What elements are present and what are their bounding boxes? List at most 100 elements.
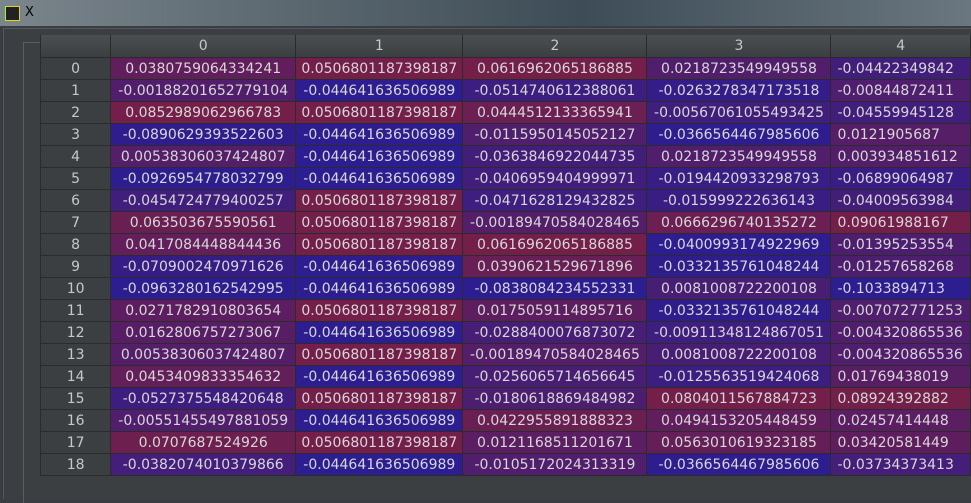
table-cell[interactable]: -0.044641636506989 bbox=[295, 79, 464, 102]
table-cell[interactable]: -0.0406959404999971 bbox=[462, 167, 648, 190]
table-cell[interactable]: -0.04422349842 bbox=[830, 57, 971, 80]
table-cell[interactable]: 0.0494153205448459 bbox=[646, 409, 832, 432]
table-cell[interactable]: -0.044641636506989 bbox=[295, 255, 464, 278]
table-cell[interactable]: 0.0506801187398187 bbox=[295, 189, 464, 212]
column-header-4[interactable]: 4 bbox=[830, 35, 971, 58]
table-cell[interactable]: -0.0288400076873072 bbox=[462, 321, 648, 344]
row-index[interactable]: 16 bbox=[39, 409, 112, 432]
row-index[interactable]: 14 bbox=[39, 365, 112, 388]
table-cell[interactable]: 0.0506801187398187 bbox=[295, 431, 464, 454]
table-cell[interactable]: 0.0852989062966783 bbox=[110, 101, 297, 124]
row-index[interactable]: 15 bbox=[39, 387, 112, 410]
table-cell[interactable]: -0.04559945128 bbox=[830, 101, 971, 124]
table-cell[interactable]: -0.044641636506989 bbox=[295, 123, 464, 146]
table-cell[interactable]: -0.0890629393522603 bbox=[110, 123, 297, 146]
table-cell[interactable]: 0.08924392882 bbox=[830, 387, 971, 410]
table-cell[interactable]: -0.00189470584028465 bbox=[462, 211, 648, 234]
table-cell[interactable]: -0.06899064987 bbox=[830, 167, 971, 190]
table-cell[interactable]: 0.0218723549949558 bbox=[646, 57, 832, 80]
table-cell[interactable]: 0.0390621529671896 bbox=[462, 255, 648, 278]
table-cell[interactable]: -0.0514740612388061 bbox=[462, 79, 648, 102]
table-cell[interactable]: 0.0121168511201671 bbox=[462, 431, 648, 454]
table-cell[interactable]: -0.0194420933298793 bbox=[646, 167, 832, 190]
table-cell[interactable]: -0.007072771253 bbox=[830, 299, 971, 322]
table-cell[interactable]: -0.0926954778032799 bbox=[110, 167, 297, 190]
table-cell[interactable]: 0.063503675590561 bbox=[110, 211, 297, 234]
table-cell[interactable]: -0.0263278347173518 bbox=[646, 79, 832, 102]
row-index[interactable]: 11 bbox=[39, 299, 112, 322]
row-index[interactable]: 9 bbox=[39, 255, 112, 278]
table-cell[interactable]: 0.00538306037424807 bbox=[110, 145, 297, 168]
table-cell[interactable]: -0.0125563519424068 bbox=[646, 365, 832, 388]
table-cell[interactable]: -0.0115950145052127 bbox=[462, 123, 648, 146]
row-index[interactable]: 18 bbox=[39, 453, 112, 476]
table-cell[interactable]: -0.0363846922044735 bbox=[462, 145, 648, 168]
table-cell[interactable]: 0.03420581449 bbox=[830, 431, 971, 454]
row-index[interactable]: 10 bbox=[39, 277, 112, 300]
table-cell[interactable]: -0.00844872411 bbox=[830, 79, 971, 102]
row-index[interactable]: 7 bbox=[39, 211, 112, 234]
table-cell[interactable]: -0.03734373413 bbox=[830, 453, 971, 476]
table-cell[interactable]: 0.0506801187398187 bbox=[295, 57, 464, 80]
row-index[interactable]: 4 bbox=[39, 145, 112, 168]
row-index[interactable]: 13 bbox=[39, 343, 112, 366]
row-index[interactable]: 3 bbox=[39, 123, 112, 146]
table-cell[interactable]: -0.0256065714656645 bbox=[462, 365, 648, 388]
table-cell[interactable]: -0.0366564467985606 bbox=[646, 123, 832, 146]
table-cell[interactable]: 0.0380759064334241 bbox=[110, 57, 297, 80]
row-index[interactable]: 2 bbox=[39, 101, 112, 124]
table-cell[interactable]: 0.0121905687 bbox=[830, 123, 971, 146]
table-cell[interactable]: -0.004320865536 bbox=[830, 343, 971, 366]
table-cell[interactable]: -0.0963280162542995 bbox=[110, 277, 297, 300]
table-cell[interactable]: 0.0563010619323185 bbox=[646, 431, 832, 454]
table-cell[interactable]: -0.00551455497881059 bbox=[110, 409, 297, 432]
table-cell[interactable]: -0.044641636506989 bbox=[295, 365, 464, 388]
table-cell[interactable]: -0.00189470584028465 bbox=[462, 343, 648, 366]
table-cell[interactable]: 0.0162806757273067 bbox=[110, 321, 297, 344]
table-cell[interactable]: 0.003934851612 bbox=[830, 145, 971, 168]
table-cell[interactable]: -0.044641636506989 bbox=[295, 277, 464, 300]
row-index[interactable]: 8 bbox=[39, 233, 112, 256]
table-cell[interactable]: 0.0175059114895716 bbox=[462, 299, 648, 322]
table-cell[interactable]: -0.0838084234552331 bbox=[462, 277, 648, 300]
table-cell[interactable]: 0.0666296740135272 bbox=[646, 211, 832, 234]
row-index[interactable]: 5 bbox=[39, 167, 112, 190]
table-cell[interactable]: -0.00188201652779104 bbox=[110, 79, 297, 102]
table-cell[interactable]: 0.0616962065186885 bbox=[462, 57, 648, 80]
table-cell[interactable]: 0.0453409833354632 bbox=[110, 365, 297, 388]
table-cell[interactable]: -0.0180618869484982 bbox=[462, 387, 648, 410]
column-header-3[interactable]: 3 bbox=[646, 35, 832, 58]
table-cell[interactable]: 0.02457414448 bbox=[830, 409, 971, 432]
table-cell[interactable]: -0.0332135761048244 bbox=[646, 299, 832, 322]
row-index[interactable]: 0 bbox=[39, 57, 112, 80]
table-cell[interactable]: -0.044641636506989 bbox=[295, 167, 464, 190]
table-cell[interactable]: -0.00911348124867051 bbox=[646, 321, 832, 344]
table-cell[interactable]: 0.0506801187398187 bbox=[295, 233, 464, 256]
table-cell[interactable]: -0.00567061055493425 bbox=[646, 101, 832, 124]
table-cell[interactable]: 0.00538306037424807 bbox=[110, 343, 297, 366]
table-cell[interactable]: -0.0527375548420648 bbox=[110, 387, 297, 410]
table-cell[interactable]: 0.0422955891888323 bbox=[462, 409, 648, 432]
table-cell[interactable]: 0.0707687524926 bbox=[110, 431, 297, 454]
table-cell[interactable]: -0.0332135761048244 bbox=[646, 255, 832, 278]
column-header-0[interactable]: 0 bbox=[110, 35, 297, 58]
corner-header[interactable] bbox=[39, 35, 112, 58]
table-cell[interactable]: -0.044641636506989 bbox=[295, 145, 464, 168]
table-cell[interactable]: 0.0506801187398187 bbox=[295, 387, 464, 410]
table-cell[interactable]: -0.044641636506989 bbox=[295, 321, 464, 344]
row-index[interactable]: 1 bbox=[39, 79, 112, 102]
table-cell[interactable]: 0.0218723549949558 bbox=[646, 145, 832, 168]
table-cell[interactable]: 0.09061988167 bbox=[830, 211, 971, 234]
table-cell[interactable]: -0.0366564467985606 bbox=[646, 453, 832, 476]
table-cell[interactable]: -0.0105172024313319 bbox=[462, 453, 648, 476]
table-cell[interactable]: 0.0506801187398187 bbox=[295, 101, 464, 124]
table-cell[interactable]: 0.0804011567884723 bbox=[646, 387, 832, 410]
table-cell[interactable]: -0.044641636506989 bbox=[295, 453, 464, 476]
table-cell[interactable]: -0.0471628129432825 bbox=[462, 189, 648, 212]
table-cell[interactable]: 0.0444512133365941 bbox=[462, 101, 648, 124]
table-cell[interactable]: 0.0506801187398187 bbox=[295, 299, 464, 322]
table-cell[interactable]: 0.0081008722200108 bbox=[646, 277, 832, 300]
table-cell[interactable]: 0.0616962065186885 bbox=[462, 233, 648, 256]
table-cell[interactable]: 0.0271782910803654 bbox=[110, 299, 297, 322]
table-cell[interactable]: 0.01769438019 bbox=[830, 365, 971, 388]
